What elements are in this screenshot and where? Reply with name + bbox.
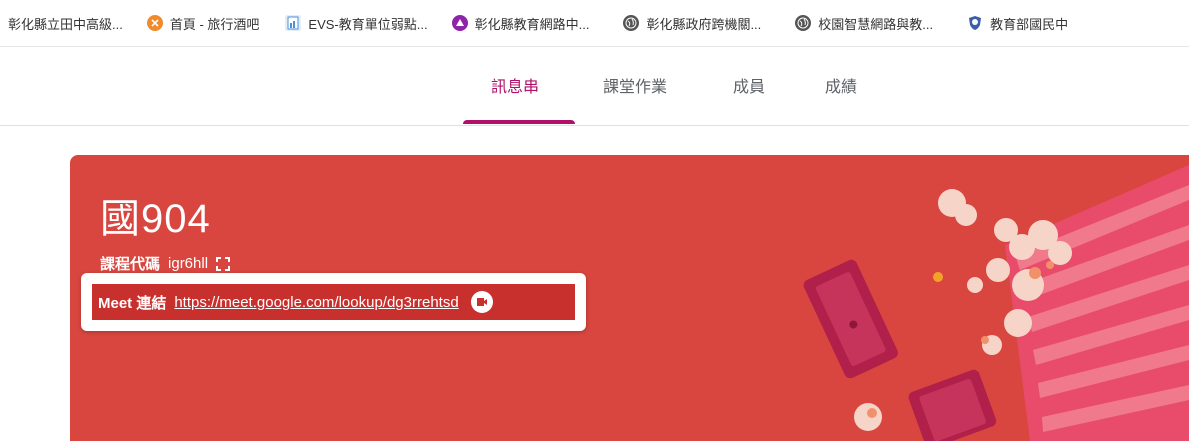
document-icon [285,15,302,31]
shield-icon [967,15,983,31]
tab-classwork[interactable]: 課堂作業 [603,73,667,125]
bookmark-label: 教育部國民中 [990,16,1069,32]
fullscreen-icon[interactable] [216,256,232,271]
tab-people[interactable]: 成員 [733,73,765,125]
course-title: 國904 [100,197,211,241]
bookmark-label: 校園智慧網路與教... [818,16,934,32]
course-code-label: 課程代碼 [100,256,161,273]
bookmark-label: 彰化縣教育網路中... [474,16,590,32]
video-camera-icon[interactable] [470,291,493,313]
course-code-row: 課程代碼 igr6hll [100,253,232,274]
bookmark-label: 彰化縣立田中高級... [8,16,123,32]
bookmarks-bar: 彰化縣立田中高級... 首頁 - 旅行酒吧 EVS-教育單位弱點... 彰化縣教… [0,0,1189,47]
globe-icon [623,15,640,31]
bookmark-travel-bar[interactable]: 首頁 - 旅行酒吧 [141,9,266,37]
bookmark-moe[interactable]: 教育部國民中 [961,9,1074,37]
purple-logo-icon [451,15,468,31]
bookmark-evs[interactable]: EVS-教育單位弱點... [279,9,433,37]
meet-link[interactable]: https://meet.google.com/lookup/dg3rrehts… [174,294,458,311]
globe-icon [795,15,812,31]
meet-label: Meet 連結 [98,294,167,312]
tab-grades[interactable]: 成績 [825,73,857,125]
bookmark-changhua-edu[interactable]: 彰化縣教育網路中... [446,9,596,37]
travel-bar-icon [146,15,163,31]
bookmark-label: 彰化縣政府跨機關... [646,16,762,32]
bookmark-label: 首頁 - 旅行酒吧 [169,16,260,32]
bookmark-label: EVS-教育單位弱點... [308,16,428,32]
active-tab-indicator [463,120,575,124]
tab-stream[interactable]: 訊息串 [491,73,539,125]
bookmark-changhua-gov[interactable]: 彰化縣政府跨機關... [617,9,767,37]
popcorn-illustration [803,165,1189,441]
class-tabs: 訊息串 課堂作業 成員 成績 [0,47,1189,126]
bookmark-school[interactable]: 彰化縣立田中高級... [0,9,129,37]
meet-link-row: Meet 連結 https://meet.google.com/lookup/d… [92,284,575,320]
course-code-value: igr6hll [168,255,209,272]
bookmark-campus-network[interactable]: 校園智慧網路與教... [789,9,939,37]
